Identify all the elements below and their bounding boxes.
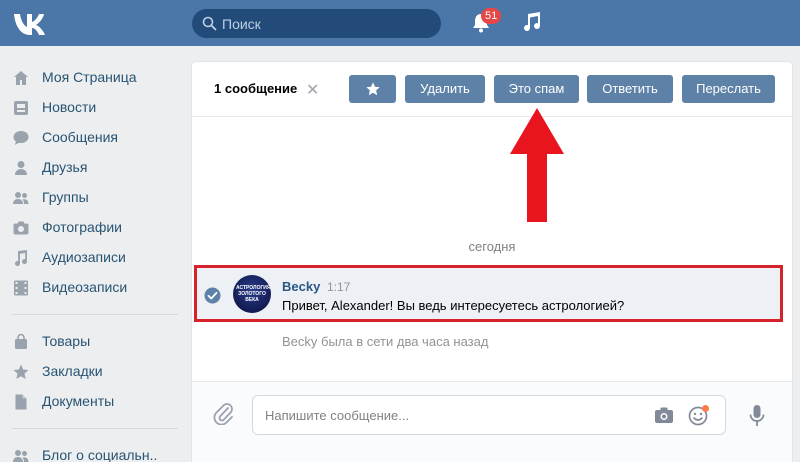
sidebar-item-label: Фотографии — [42, 219, 123, 235]
news-icon — [14, 101, 28, 115]
sidebar-item-documents[interactable]: Документы — [0, 386, 180, 416]
film-icon — [14, 280, 28, 296]
avatar-logo-text: АСТРОЛОГИЯ ЗОЛОТОГО ВЕКА — [236, 285, 271, 303]
document-icon — [15, 394, 27, 410]
sidebar-item-label: Друзья — [42, 159, 88, 175]
microphone-icon[interactable] — [749, 404, 765, 428]
sidebar-item-label: Моя Страница — [42, 69, 137, 85]
conversation-panel: 1 сообщение ✕ Удалить Это спам Ответить … — [192, 62, 792, 462]
sidebar-item-label: Документы — [42, 393, 115, 409]
paperclip-icon[interactable] — [212, 401, 234, 425]
spam-button[interactable]: Это спам — [494, 75, 579, 103]
message-input[interactable] — [265, 396, 635, 434]
star-icon — [366, 82, 380, 96]
messages-icon — [13, 131, 29, 145]
sidebar-item-my-page[interactable]: Моя Страница — [0, 62, 180, 92]
groups-icon — [13, 450, 29, 462]
camera-icon — [13, 221, 29, 235]
sidebar-item-label: Новости — [42, 99, 97, 115]
reply-button[interactable]: Ответить — [587, 75, 673, 103]
camera-icon[interactable] — [654, 406, 674, 424]
sidebar-item-label: Закладки — [42, 363, 103, 379]
last-seen-status: Becky была в сети два часа назад — [282, 334, 489, 349]
sidebar-item-audio[interactable]: Аудиозаписи — [0, 242, 180, 272]
sidebar-item-blog-group[interactable]: Блог о социальн.. — [0, 440, 180, 462]
clear-selection-icon[interactable]: ✕ — [306, 80, 319, 100]
selection-toolbar: 1 сообщение ✕ Удалить Это спам Ответить … — [192, 62, 792, 117]
message-input-box[interactable] — [252, 395, 726, 435]
check-circle-icon[interactable] — [204, 287, 221, 304]
sidebar-item-photos[interactable]: Фотографии — [0, 212, 180, 242]
sidebar-item-market[interactable]: Товары — [0, 326, 180, 356]
friend-icon — [15, 161, 27, 175]
sidebar-item-video[interactable]: Видеозаписи — [0, 272, 180, 302]
message-text: Привет, Alexander! Вы ведь интересуетесь… — [282, 298, 625, 313]
sidebar-item-label: Сообщения — [42, 129, 118, 145]
top-header: 51 — [0, 0, 800, 46]
search-icon — [202, 16, 217, 31]
star-icon — [13, 364, 29, 379]
sidebar-item-friends[interactable]: Друзья — [0, 152, 180, 182]
sidebar-divider — [12, 314, 178, 315]
avatar[interactable]: АСТРОЛОГИЯ ЗОЛОТОГО ВЕКА — [233, 275, 271, 313]
sidebar-divider — [12, 428, 178, 429]
sidebar-item-news[interactable]: Новости — [0, 92, 180, 122]
annotation-arrow-icon — [510, 108, 564, 222]
notification-count-badge: 51 — [481, 8, 502, 24]
sidebar-item-groups[interactable]: Группы — [0, 182, 180, 212]
sidebar-item-label: Товары — [42, 333, 91, 349]
sidebar-item-label: Группы — [42, 189, 89, 205]
smile-icon[interactable] — [688, 404, 710, 426]
groups-icon — [13, 192, 29, 204]
important-button[interactable] — [349, 75, 396, 103]
sidebar-item-label: Видеозаписи — [42, 279, 128, 295]
vk-logo-icon[interactable] — [12, 9, 46, 37]
music-note-icon[interactable] — [522, 11, 542, 33]
date-separator: сегодня — [468, 239, 516, 254]
sidebar-item-label: Аудиозаписи — [42, 249, 126, 265]
message-time: 1:17 — [327, 280, 351, 294]
music-note-icon — [15, 250, 27, 266]
sidebar-item-label: Блог о социальн.. — [42, 447, 158, 462]
bag-icon — [15, 333, 27, 349]
message-composer — [192, 381, 792, 462]
delete-button[interactable]: Удалить — [405, 75, 485, 103]
message-item-highlighted[interactable]: АСТРОЛОГИЯ ЗОЛОТОГО ВЕКА Becky 1:17 Прив… — [194, 265, 783, 322]
message-sender[interactable]: Becky — [282, 279, 320, 294]
sidebar-item-bookmarks[interactable]: Закладки — [0, 356, 180, 386]
selection-count: 1 сообщение — [214, 81, 298, 96]
search-bar[interactable] — [192, 9, 441, 38]
forward-button[interactable]: Переслать — [682, 75, 775, 103]
home-icon — [14, 71, 28, 85]
sidebar-item-messages[interactable]: Сообщения — [0, 122, 180, 152]
search-input[interactable] — [222, 9, 432, 38]
